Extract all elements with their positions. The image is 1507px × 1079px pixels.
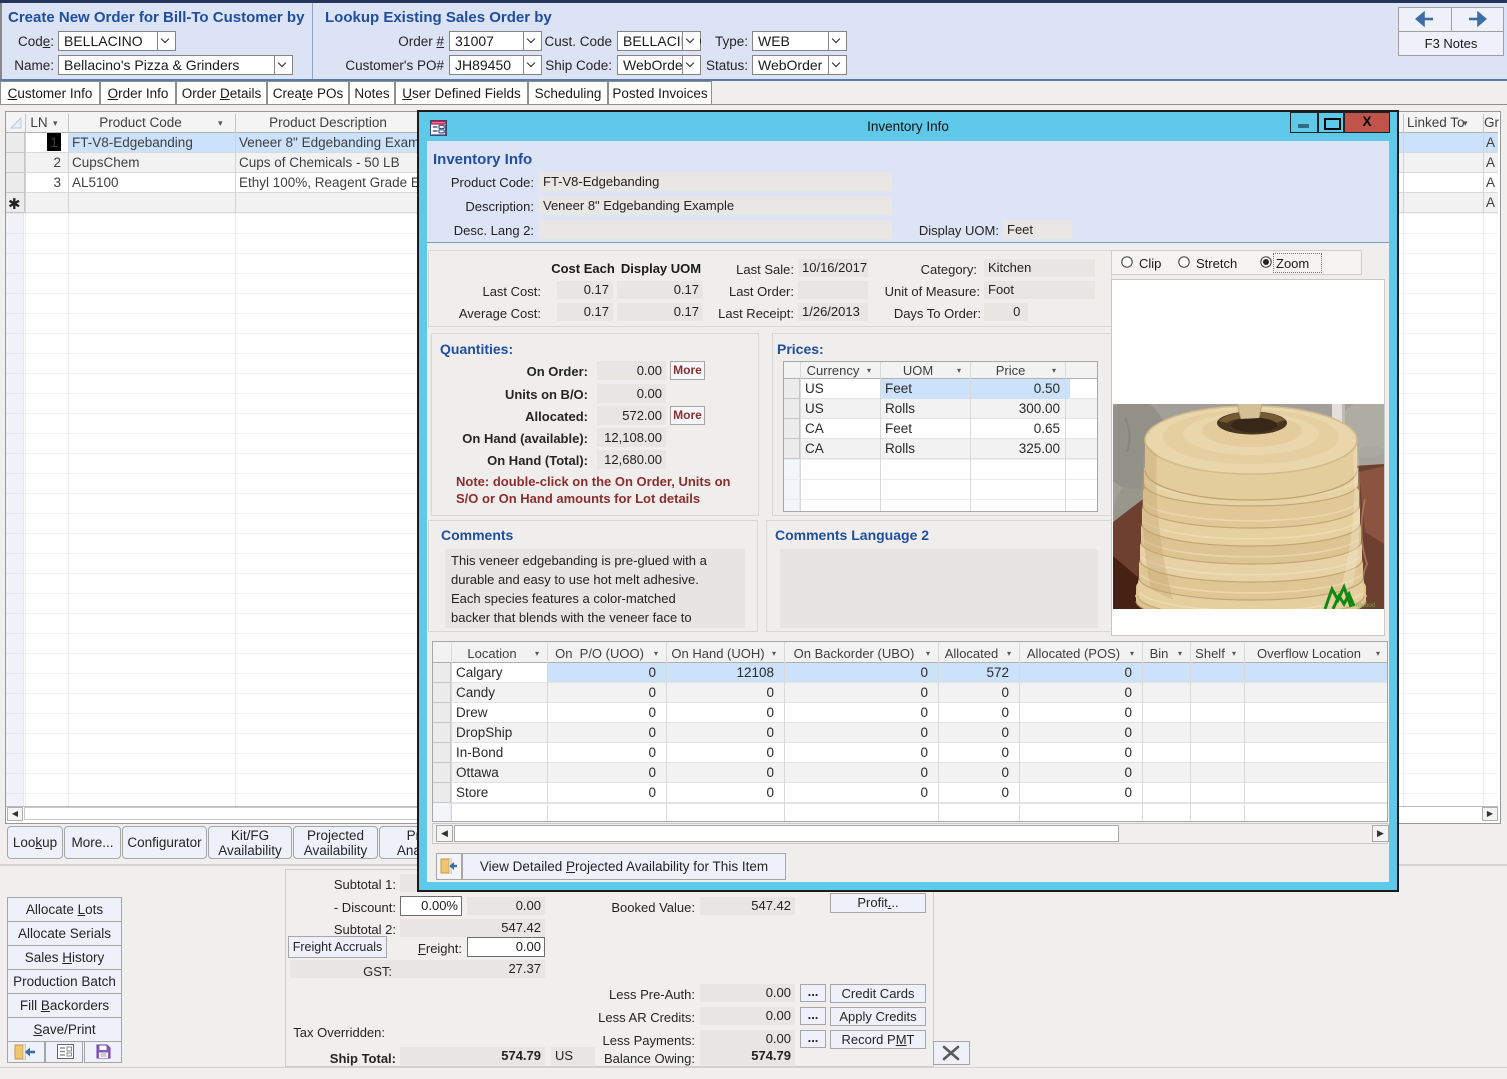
svg-text:nlwood: nlwood [1356,603,1375,609]
